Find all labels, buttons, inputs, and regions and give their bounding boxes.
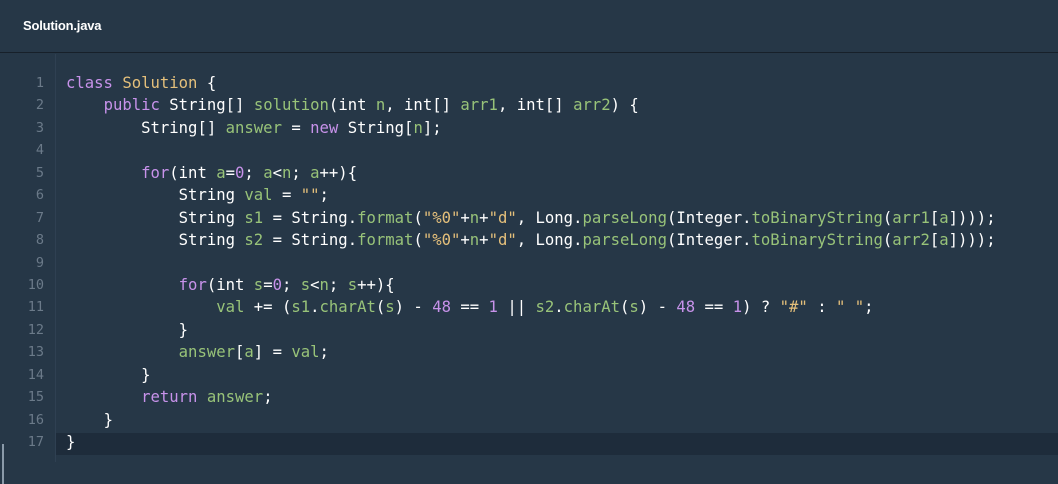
line-number: 16: [27, 411, 44, 428]
code-line[interactable]: 12 }: [0, 319, 1058, 341]
line-source[interactable]: String s2 = String.format("%0"+n+"d", Lo…: [66, 229, 996, 251]
code-line[interactable]: 1 class Solution {: [0, 72, 1058, 94]
line-source[interactable]: String s1 = String.format("%0"+n+"d", Lo…: [66, 207, 996, 229]
line-number: 15: [27, 389, 44, 406]
line-number: 2: [35, 97, 44, 114]
line-number: 7: [35, 209, 44, 226]
line-number: 14: [27, 366, 44, 383]
code-line[interactable]: 17}: [0, 431, 1058, 453]
line-number: 12: [27, 321, 44, 338]
line-number: 17: [27, 434, 44, 450]
code-line[interactable]: 8 String s2 = String.format("%0"+n+"d", …: [0, 229, 1058, 251]
code-line[interactable]: 15 return answer;: [0, 386, 1058, 408]
code-line[interactable]: 14 }: [0, 364, 1058, 386]
line-source[interactable]: class Solution {: [66, 72, 216, 94]
line-number: 9: [35, 254, 44, 271]
code-line[interactable]: 6 String val = "";: [0, 184, 1058, 206]
line-source[interactable]: }: [66, 431, 75, 453]
line-source[interactable]: for(int s=0; s<n; s++){: [66, 274, 395, 296]
line-source[interactable]: String[] answer = new String[n];: [66, 117, 442, 139]
code-line[interactable]: 9: [0, 252, 1058, 274]
line-number: 5: [35, 164, 44, 181]
code-lines[interactable]: 1 class Solution {2 public String[] solut…: [0, 72, 1058, 453]
line-number: 3: [35, 119, 44, 136]
editor-tab-bar: Solution.java: [0, 0, 1058, 53]
code-line[interactable]: 4: [0, 139, 1058, 161]
code-line[interactable]: 13 answer[a] = val;: [0, 341, 1058, 363]
line-source[interactable]: return answer;: [66, 386, 272, 408]
line-source[interactable]: for(int a=0; a<n; a++){: [66, 162, 357, 184]
line-number: 8: [35, 232, 44, 249]
code-line[interactable]: 5 for(int a=0; a<n; a++){: [0, 162, 1058, 184]
line-source[interactable]: }: [66, 319, 188, 341]
line-source[interactable]: }: [66, 364, 150, 386]
code-line[interactable]: 7 String s1 = String.format("%0"+n+"d", …: [0, 207, 1058, 229]
line-number: 10: [27, 276, 44, 293]
code-editor[interactable]: 1 class Solution {2 public String[] solut…: [0, 54, 1058, 484]
code-line[interactable]: 16 }: [0, 409, 1058, 431]
line-source[interactable]: }: [66, 409, 113, 431]
line-source[interactable]: public String[] solution(int n, int[] ar…: [66, 94, 639, 116]
line-number: 13: [27, 344, 44, 361]
code-line[interactable]: 10 for(int s=0; s<n; s++){: [0, 274, 1058, 296]
code-line[interactable]: 11 val += (s1.charAt(s) - 48 == 1 || s2.…: [0, 296, 1058, 318]
line-number: 6: [35, 187, 44, 204]
line-source[interactable]: val += (s1.charAt(s) - 48 == 1 || s2.cha…: [66, 296, 873, 318]
file-tab-title[interactable]: Solution.java: [23, 18, 102, 33]
line-source[interactable]: String val = "";: [66, 184, 329, 206]
line-number: 4: [35, 142, 44, 159]
line-source[interactable]: answer[a] = val;: [66, 341, 329, 363]
code-line[interactable]: 3 String[] answer = new String[n];: [0, 117, 1058, 139]
line-number: 1: [35, 75, 44, 91]
line-number: 11: [27, 299, 44, 316]
code-line[interactable]: 2 public String[] solution(int n, int[] …: [0, 94, 1058, 116]
